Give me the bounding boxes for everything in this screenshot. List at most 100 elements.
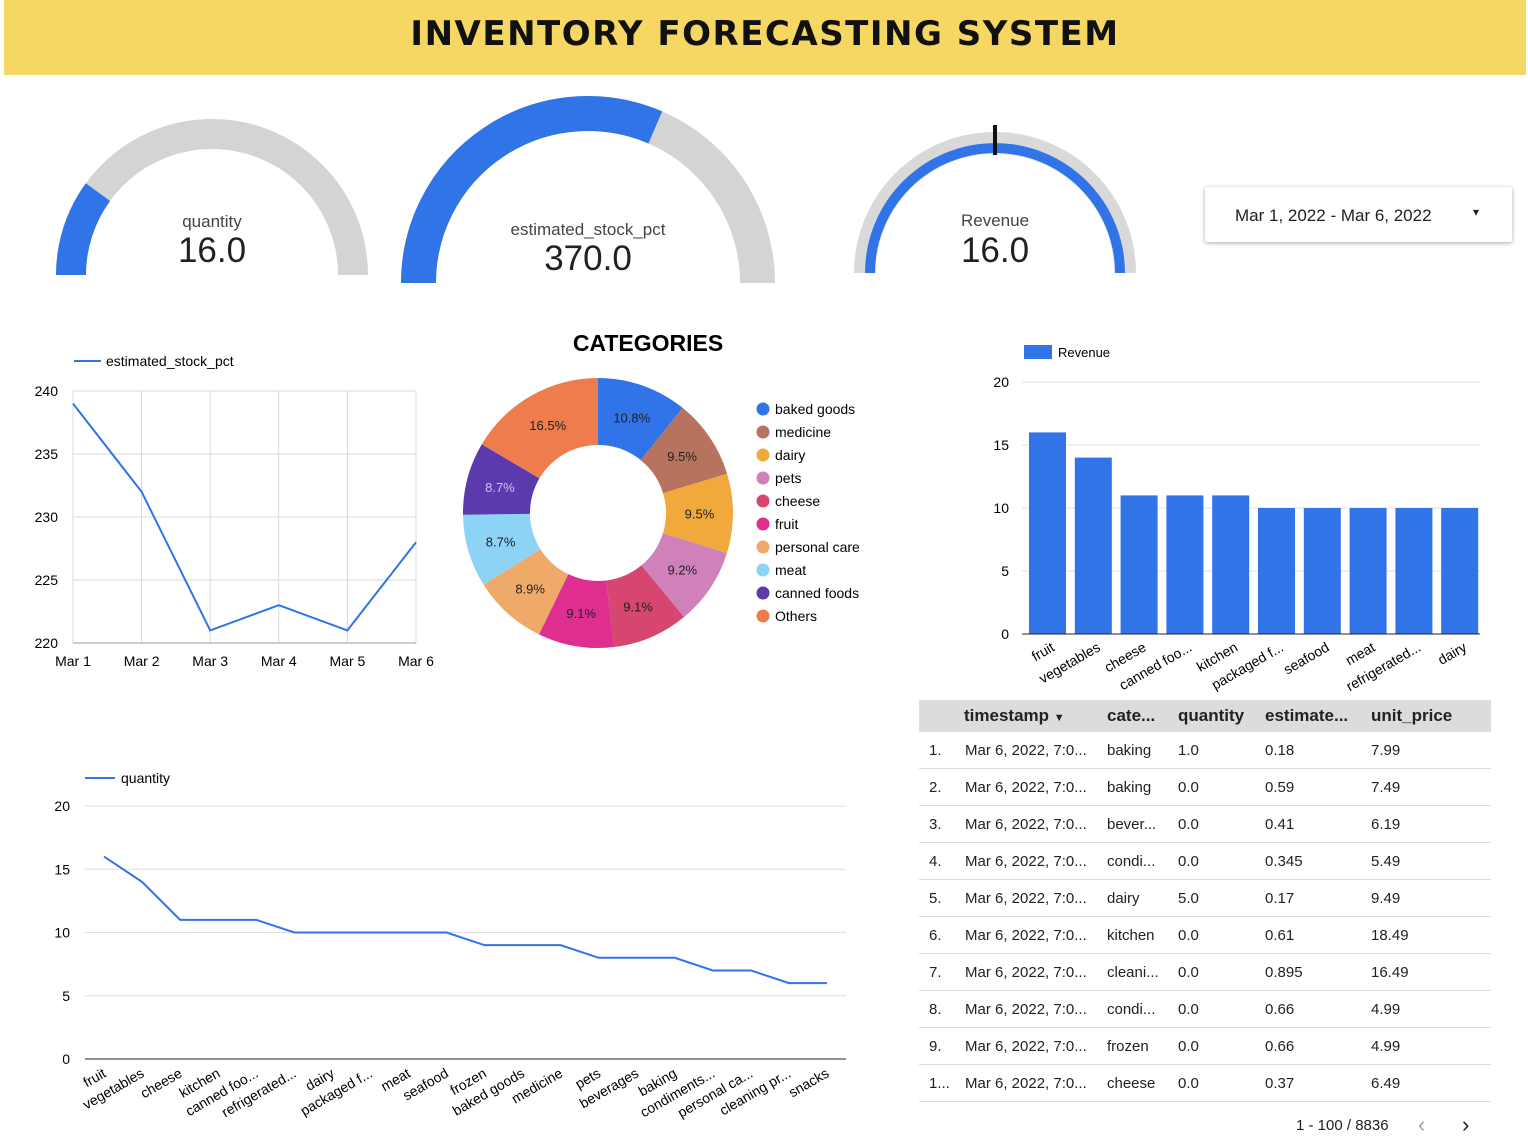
- bar: [1441, 508, 1479, 634]
- y-tick-label: 235: [35, 446, 59, 462]
- legend-label: baked goods: [775, 401, 855, 417]
- y-tick-label: 10: [54, 925, 70, 941]
- legend-swatch: [756, 425, 770, 439]
- cell-quantity: 0.0: [1178, 927, 1199, 944]
- col-header-estimated[interactable]: estimate...: [1265, 706, 1348, 726]
- cell-quantity: 1.0: [1178, 742, 1199, 759]
- legend-label: personal care: [775, 539, 860, 555]
- cell-category: baking: [1107, 779, 1152, 796]
- cell-quantity: 0.0: [1178, 853, 1199, 870]
- cell-category: frozen: [1107, 1038, 1149, 1055]
- cell-idx: 8.: [929, 1001, 942, 1018]
- gauge-value: 370.0: [544, 239, 632, 278]
- table-row[interactable]: 3. Mar 6, 2022, 7:0... bever... 0.0 0.41 6.19: [919, 806, 1491, 843]
- x-tick-label: fruit: [1029, 639, 1057, 665]
- y-tick-label: 0: [1001, 626, 1009, 642]
- cell-estimated: 0.18: [1265, 742, 1295, 759]
- x-tick-label: cheese: [138, 1065, 185, 1102]
- x-tick-label: Mar 3: [192, 653, 228, 669]
- cell-quantity: 0.0: [1178, 1075, 1199, 1092]
- bar: [1349, 508, 1387, 634]
- slice-label: 9.1%: [623, 599, 653, 614]
- slice-label: 8.7%: [486, 535, 516, 550]
- cell-category: baking: [1107, 742, 1152, 759]
- bar: [1074, 457, 1112, 634]
- legend-swatch: [756, 540, 770, 554]
- x-tick-label: Mar 2: [124, 653, 160, 669]
- cell-timestamp: Mar 6, 2022, 7:0...: [965, 853, 1087, 870]
- legend-swatch: [756, 402, 770, 416]
- cell-estimated: 0.17: [1265, 890, 1295, 907]
- y-tick-label: 10: [993, 500, 1009, 516]
- cell-timestamp: Mar 6, 2022, 7:0...: [965, 1001, 1087, 1018]
- table-row[interactable]: 1... Mar 6, 2022, 7:0... cheese 0.0 0.37 6.49: [919, 1065, 1491, 1102]
- cell-unit_price: 4.99: [1371, 1038, 1401, 1055]
- legend-label: cheese: [775, 493, 820, 509]
- cell-idx: 4.: [929, 853, 942, 870]
- legend-swatch: [756, 517, 770, 531]
- cell-timestamp: Mar 6, 2022, 7:0...: [965, 890, 1087, 907]
- gauge-label: quantity: [182, 212, 242, 231]
- x-tick-label: snacks: [786, 1065, 832, 1101]
- table-row[interactable]: 7. Mar 6, 2022, 7:0... cleani... 0.0 0.895 16…: [919, 954, 1491, 991]
- legend-label: pets: [775, 470, 801, 486]
- slice-label: 9.5%: [667, 449, 697, 464]
- gauge-value: 16.0: [178, 231, 246, 270]
- cell-idx: 7.: [929, 964, 942, 981]
- cell-estimated: 0.37: [1265, 1075, 1295, 1092]
- cell-estimated: 0.895: [1265, 964, 1303, 981]
- table-row[interactable]: 8. Mar 6, 2022, 7:0... condi... 0.0 0.66 4.99: [919, 991, 1491, 1028]
- bar: [1166, 495, 1204, 634]
- y-tick-label: 15: [54, 861, 70, 877]
- table-row[interactable]: 1. Mar 6, 2022, 7:0... baking 1.0 0.18 7.99: [919, 732, 1491, 769]
- col-header-timestamp[interactable]: timestamp ▼: [964, 706, 1065, 726]
- chevron-left-icon[interactable]: ‹: [1418, 1112, 1425, 1138]
- cell-quantity: 0.0: [1178, 964, 1199, 981]
- legend-label: meat: [775, 562, 806, 578]
- series-line: [103, 855, 827, 985]
- legend-label: Revenue: [1058, 345, 1110, 360]
- cell-category: condi...: [1107, 853, 1156, 870]
- cell-timestamp: Mar 6, 2022, 7:0...: [965, 816, 1087, 833]
- cell-timestamp: Mar 6, 2022, 7:0...: [965, 1075, 1087, 1092]
- date-range-label: Mar 1, 2022 - Mar 6, 2022: [1235, 206, 1432, 225]
- col-header-unit-price[interactable]: unit_price: [1371, 706, 1452, 726]
- table-row[interactable]: 4. Mar 6, 2022, 7:0... condi... 0.0 0.345 5.4…: [919, 843, 1491, 880]
- y-tick-label: 20: [54, 798, 70, 814]
- sort-desc-icon: ▼: [1053, 712, 1065, 724]
- cell-category: condi...: [1107, 1001, 1156, 1018]
- col-header-quantity[interactable]: quantity: [1178, 706, 1244, 726]
- legend-label: medicine: [775, 424, 831, 440]
- x-tick-label: Mar 5: [330, 653, 366, 669]
- cell-unit_price: 4.99: [1371, 1001, 1401, 1018]
- cell-category: cleani...: [1107, 964, 1159, 981]
- table-header: timestamp ▼ cate... quantity estimate...…: [919, 700, 1491, 732]
- cell-estimated: 0.345: [1265, 853, 1303, 870]
- y-tick-label: 225: [35, 572, 59, 588]
- cell-unit_price: 5.49: [1371, 853, 1401, 870]
- gauge-fill: [56, 183, 111, 276]
- cell-timestamp: Mar 6, 2022, 7:0...: [965, 742, 1087, 759]
- chevron-right-icon[interactable]: ›: [1462, 1112, 1469, 1138]
- cell-quantity: 0.0: [1178, 1001, 1199, 1018]
- col-header-category[interactable]: cate...: [1107, 706, 1155, 726]
- table-row[interactable]: 2. Mar 6, 2022, 7:0... baking 0.0 0.59 7.49: [919, 769, 1491, 806]
- table-body: 1. Mar 6, 2022, 7:0... baking 1.0 0.18 7.99 2.…: [919, 732, 1491, 1102]
- legend-swatch: [756, 448, 770, 462]
- cell-unit_price: 6.49: [1371, 1075, 1401, 1092]
- legend-label: canned foods: [775, 585, 859, 601]
- legend-swatch: [756, 563, 770, 577]
- table-row[interactable]: 9. Mar 6, 2022, 7:0... frozen 0.0 0.66 4.99: [919, 1028, 1491, 1065]
- cell-timestamp: Mar 6, 2022, 7:0...: [965, 927, 1087, 944]
- bar: [1395, 508, 1433, 634]
- cell-estimated: 0.41: [1265, 816, 1295, 833]
- table-row[interactable]: 6. Mar 6, 2022, 7:0... kitchen 0.0 0.61 18.49: [919, 917, 1491, 954]
- table-row[interactable]: 5. Mar 6, 2022, 7:0... dairy 5.0 0.17 9.49: [919, 880, 1491, 917]
- date-range-picker[interactable]: Mar 1, 2022 - Mar 6, 2022 ▾: [1205, 187, 1512, 242]
- gauge-label: Revenue: [961, 211, 1029, 230]
- gauge-value: 16.0: [961, 231, 1029, 270]
- slice-label: 8.7%: [485, 480, 515, 495]
- y-tick-label: 240: [35, 383, 59, 399]
- cell-category: kitchen: [1107, 927, 1155, 944]
- bar: [1120, 495, 1158, 634]
